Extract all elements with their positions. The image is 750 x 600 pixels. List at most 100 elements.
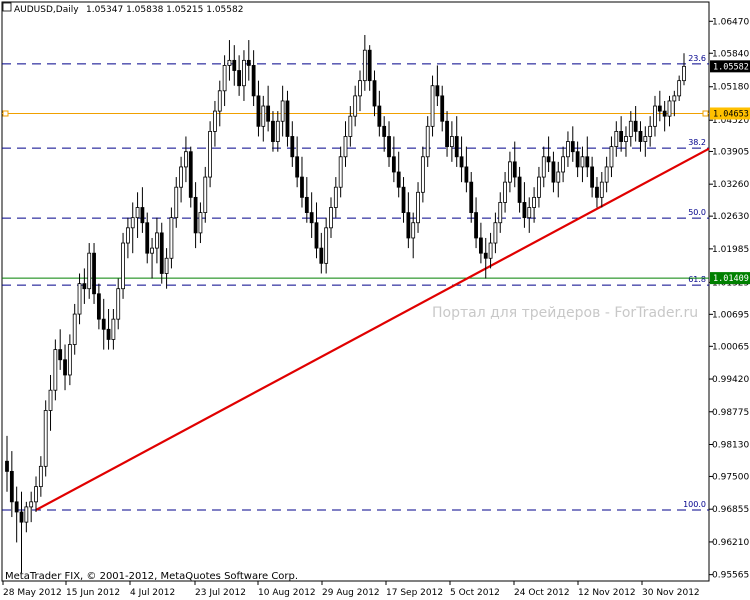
candle-body bbox=[43, 410, 48, 467]
candle-body bbox=[604, 166, 609, 183]
candle-body bbox=[474, 212, 478, 239]
candle-body bbox=[561, 156, 566, 173]
y-tick-label: 1.05840 bbox=[712, 49, 749, 59]
candle-body bbox=[595, 186, 599, 198]
candle-body bbox=[164, 257, 169, 274]
price-badge: 1.04653 bbox=[710, 107, 750, 120]
candle-body bbox=[227, 59, 232, 66]
candle-body bbox=[677, 80, 682, 97]
candle-body bbox=[14, 501, 19, 513]
candle-body bbox=[92, 252, 96, 295]
candle-body bbox=[29, 501, 34, 508]
candle bbox=[121, 232, 125, 299]
candle-body bbox=[266, 105, 271, 122]
candle-body bbox=[353, 95, 358, 117]
candle-body bbox=[416, 191, 420, 224]
candle-body bbox=[614, 130, 619, 148]
candle-body bbox=[116, 288, 121, 320]
candle-body bbox=[396, 171, 401, 188]
candle-body bbox=[478, 237, 483, 254]
candle-body bbox=[488, 242, 493, 259]
line-handle-right[interactable] bbox=[702, 110, 709, 117]
candle-body bbox=[217, 90, 222, 112]
candle-body bbox=[420, 156, 425, 193]
candle-body bbox=[532, 196, 536, 208]
candle-body bbox=[96, 293, 101, 320]
candle-body bbox=[411, 222, 416, 239]
chart-header: AUDUSD,Daily 1.05347 1.05838 1.05215 1.0… bbox=[2, 2, 243, 15]
candle-body bbox=[275, 120, 280, 142]
candle-body bbox=[111, 318, 116, 340]
candle-body bbox=[295, 156, 300, 178]
candle-body bbox=[440, 95, 445, 122]
candle bbox=[208, 121, 213, 188]
y-tick-label: 1.01985 bbox=[712, 245, 749, 255]
candle-body bbox=[261, 105, 266, 127]
ohlc-readout: 1.05347 1.05838 1.05215 1.05582 bbox=[86, 5, 243, 15]
candle-body bbox=[382, 125, 387, 137]
candle-body bbox=[570, 141, 575, 153]
candle-body bbox=[343, 136, 348, 158]
candle-body bbox=[242, 59, 246, 87]
price-chart[interactable]: 23.6 38.2 50.0 61.8 100.0 1.06470 1.05840 1.05… bbox=[0, 0, 750, 600]
candle-body bbox=[624, 136, 628, 142]
candle-body bbox=[280, 100, 285, 122]
candle-body bbox=[348, 115, 353, 137]
x-tick-label: 17 Sep 2012 bbox=[386, 588, 443, 598]
candle-body bbox=[464, 166, 469, 183]
candle-body bbox=[290, 136, 295, 158]
candle-body bbox=[522, 202, 527, 219]
candle-body bbox=[338, 156, 343, 188]
y-tick-label: 1.00695 bbox=[712, 310, 749, 320]
candle-body bbox=[512, 161, 517, 178]
candle-body bbox=[251, 65, 256, 97]
candle-body bbox=[546, 156, 551, 163]
x-tick-label: 28 May 2012 bbox=[3, 588, 62, 598]
price-badge: 1.01409 bbox=[710, 272, 750, 285]
candle-body bbox=[34, 486, 38, 503]
candle-body bbox=[232, 59, 237, 71]
x-tick-label: 23 Jul 2012 bbox=[195, 588, 246, 598]
y-tick-label: 1.00065 bbox=[712, 342, 749, 352]
candle-body bbox=[145, 222, 150, 254]
y-tick-label: 1.02630 bbox=[712, 212, 749, 222]
x-tick-label: 24 Oct 2012 bbox=[514, 588, 570, 598]
candle-body bbox=[387, 136, 391, 158]
candle-body bbox=[121, 242, 125, 290]
candle-body bbox=[667, 100, 672, 117]
candle-body bbox=[24, 506, 29, 523]
candle-body bbox=[150, 247, 154, 254]
copyright-text: MetaTrader FIX, © 2001-2012, MetaQuotes … bbox=[5, 571, 298, 582]
line-handle-left[interactable] bbox=[2, 110, 9, 117]
candle-body bbox=[517, 176, 522, 203]
x-tick-label: 10 Aug 2012 bbox=[258, 588, 316, 598]
candle-body bbox=[551, 161, 556, 183]
candle-body bbox=[19, 511, 24, 523]
price-badge: 1.05582 bbox=[710, 60, 750, 72]
candle-body bbox=[662, 110, 667, 117]
candle-body bbox=[237, 70, 242, 87]
candle-body bbox=[469, 181, 474, 213]
candle-body bbox=[672, 95, 677, 102]
candle-body bbox=[362, 49, 367, 82]
x-tick-label: 15 Jun 2012 bbox=[66, 588, 120, 598]
candle-body bbox=[653, 105, 657, 127]
candle-body bbox=[135, 207, 140, 219]
x-tick-label: 5 Oct 2012 bbox=[450, 588, 500, 598]
candle-body bbox=[329, 207, 333, 229]
candle-body bbox=[609, 146, 614, 168]
candle-body bbox=[77, 283, 82, 315]
fib-level-label: 100.0 bbox=[683, 500, 706, 509]
y-tick-label: 0.97500 bbox=[712, 472, 749, 482]
y-tick-label: 1.06470 bbox=[712, 17, 749, 27]
y-tick-label: 0.98775 bbox=[712, 408, 749, 418]
candle-body bbox=[454, 136, 459, 158]
candle-body bbox=[498, 202, 503, 224]
candle-body bbox=[271, 120, 275, 142]
candle-body bbox=[304, 196, 309, 213]
candle-body bbox=[633, 120, 638, 132]
candle-body bbox=[372, 80, 377, 107]
candle-body bbox=[638, 130, 643, 142]
candle-body bbox=[619, 130, 624, 142]
candle-body bbox=[503, 181, 507, 203]
